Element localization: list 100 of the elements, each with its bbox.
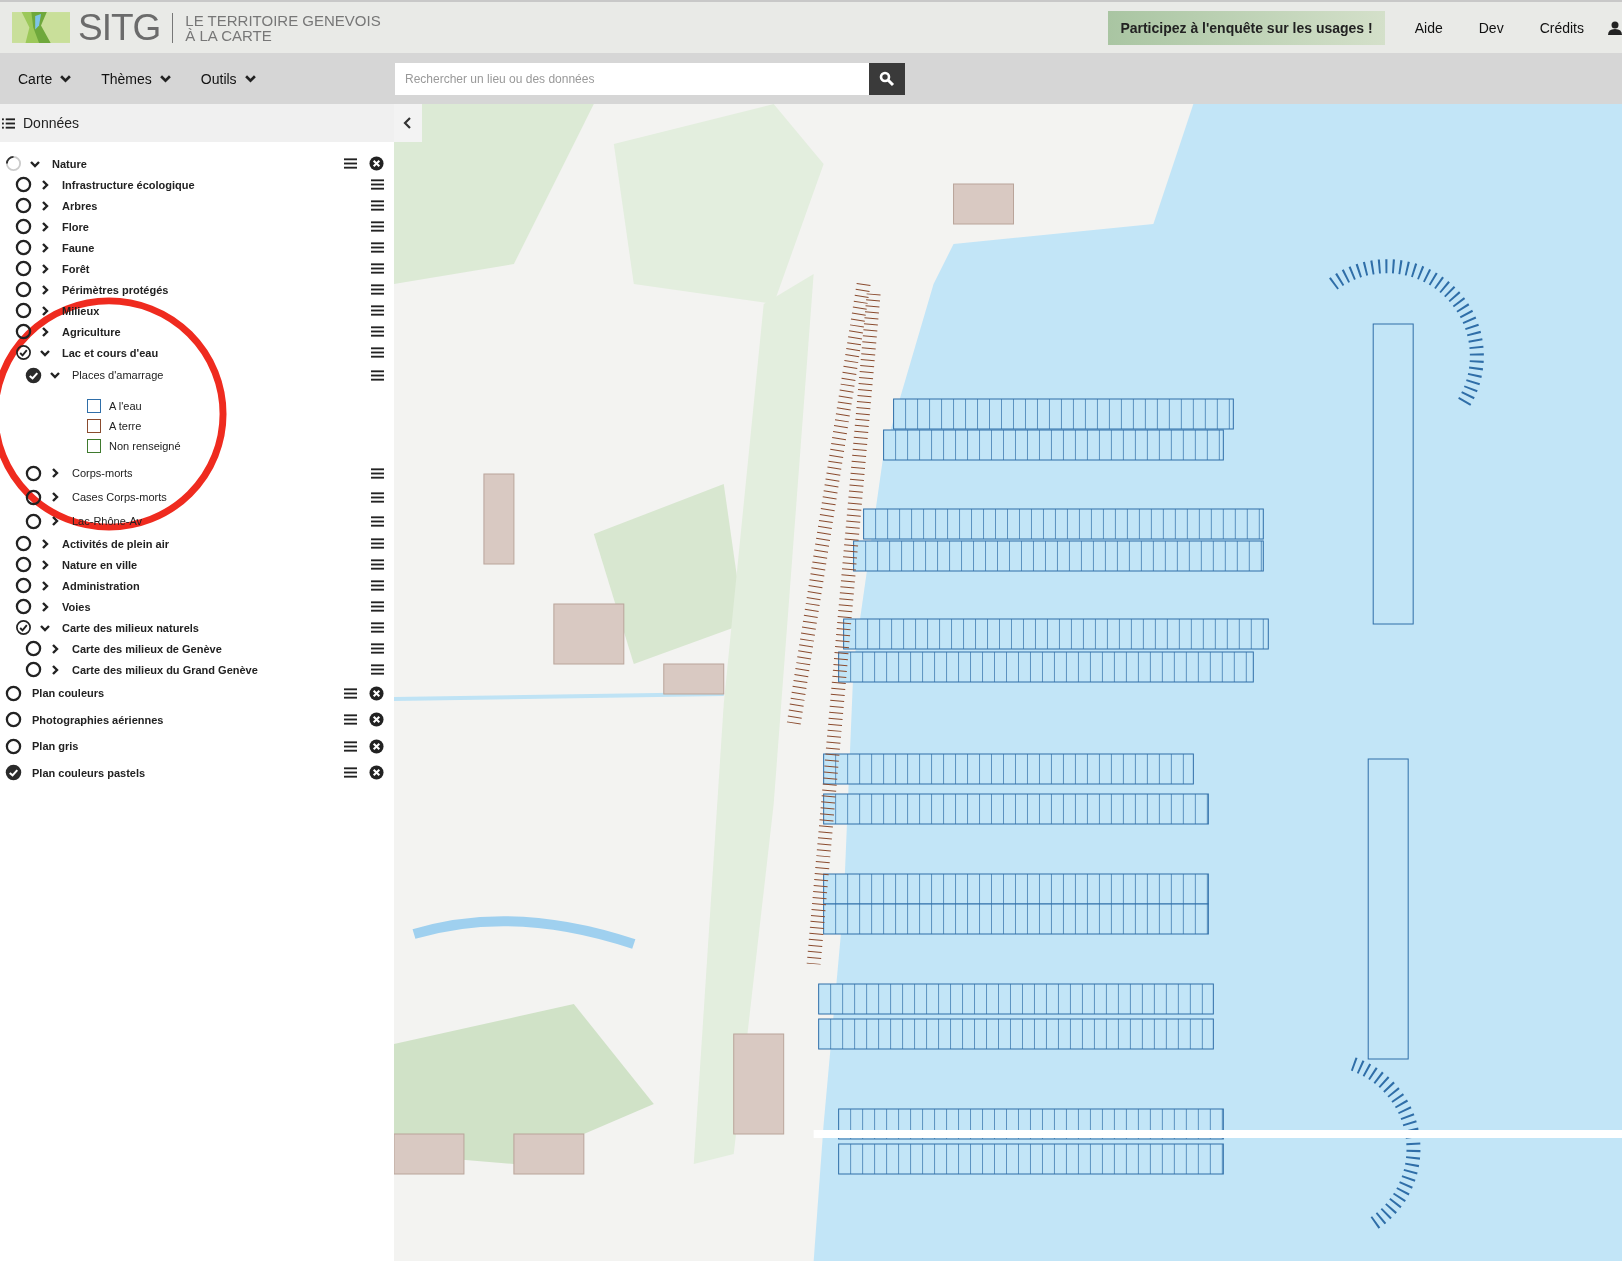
layer-label[interactable]: Flore — [62, 220, 89, 233]
layer-toggle-icon[interactable] — [15, 598, 32, 615]
layer-label[interactable]: Plan gris — [32, 740, 79, 753]
menu-icon[interactable] — [344, 767, 357, 779]
header-link[interactable]: Aide — [1396, 19, 1461, 36]
chevron-right-icon[interactable] — [40, 580, 50, 591]
menu-icon[interactable] — [344, 714, 357, 726]
chevron-down-icon[interactable] — [40, 347, 50, 358]
chevron-down-icon[interactable] — [50, 370, 60, 380]
search-button[interactable] — [869, 62, 905, 95]
menu-icon[interactable] — [371, 369, 384, 381]
chevron-right-icon[interactable] — [40, 179, 50, 190]
menu-icon[interactable] — [371, 284, 384, 295]
layer-label[interactable]: Périmètres protégés — [62, 283, 169, 296]
chevron-right-icon[interactable] — [40, 284, 50, 295]
layer-label[interactable]: Infrastructure écologique — [62, 178, 195, 191]
layer-toggle-icon[interactable] — [15, 535, 32, 552]
layer-label[interactable]: Administration — [62, 579, 140, 592]
layer-label[interactable]: Plan couleurs pastels — [32, 766, 146, 779]
menu-icon[interactable] — [371, 179, 384, 190]
chevron-right-icon[interactable] — [50, 492, 60, 502]
chevron-right-icon[interactable] — [40, 242, 50, 253]
layer-label[interactable]: Places d'amarrage — [72, 369, 164, 381]
layer-toggle-icon[interactable] — [15, 218, 32, 235]
layer-toggle-icon[interactable] — [25, 512, 42, 530]
layer-toggle-icon[interactable] — [5, 737, 22, 755]
menu-button[interactable]: Outils — [190, 70, 266, 87]
layer-toggle-icon[interactable] — [15, 556, 32, 573]
layer-label[interactable]: Nature en ville — [62, 558, 138, 571]
layer-toggle-icon[interactable] — [25, 640, 42, 657]
menu-icon[interactable] — [371, 263, 384, 274]
layer-label[interactable]: Lac et cours d'eau — [62, 346, 159, 359]
layer-toggle-icon[interactable] — [15, 323, 32, 340]
close-icon[interactable] — [369, 712, 384, 728]
chevron-right-icon[interactable] — [50, 664, 60, 675]
chevron-right-icon[interactable] — [40, 559, 50, 570]
menu-icon[interactable] — [371, 515, 384, 527]
layer-toggle-icon[interactable] — [15, 577, 32, 594]
chevron-down-icon[interactable] — [40, 622, 50, 633]
layer-toggle-icon[interactable] — [5, 711, 22, 729]
collapse-panel-button[interactable] — [394, 104, 422, 142]
chevron-right-icon[interactable] — [40, 538, 50, 549]
chevron-right-icon[interactable] — [40, 200, 50, 211]
layer-toggle-icon[interactable] — [15, 619, 32, 636]
close-icon[interactable] — [369, 765, 384, 781]
layer-toggle-icon[interactable] — [25, 488, 42, 506]
close-icon[interactable] — [369, 738, 384, 754]
layer-toggle-icon[interactable] — [15, 176, 32, 193]
menu-icon[interactable] — [344, 740, 357, 752]
menu-icon[interactable] — [371, 221, 384, 232]
layer-toggle-icon[interactable] — [15, 260, 32, 277]
layer-toggle-icon[interactable] — [15, 197, 32, 214]
survey-button[interactable]: Participez à l'enquête sur les usages ! — [1108, 10, 1385, 45]
layer-label[interactable]: Carte des milieux du Grand Genève — [72, 663, 258, 676]
layer-toggle-icon[interactable] — [15, 239, 32, 256]
layer-label[interactable]: Faune — [62, 241, 95, 254]
menu-icon[interactable] — [371, 305, 384, 316]
layer-label[interactable]: Agriculture — [62, 325, 121, 338]
layer-label[interactable]: Carte des milieux naturels — [62, 621, 199, 634]
layer-label[interactable]: Nature — [52, 157, 87, 170]
search-field[interactable]: Rechercher un lieu ou des données — [395, 62, 869, 95]
menu-icon[interactable] — [344, 687, 357, 699]
menu-icon[interactable] — [371, 580, 384, 591]
layer-label[interactable]: Forêt — [62, 262, 90, 275]
menu-button[interactable]: Thèmes — [91, 70, 181, 87]
chevron-right-icon[interactable] — [40, 601, 50, 612]
menu-icon[interactable] — [371, 200, 384, 211]
layer-label[interactable]: Photographies aériennes — [32, 713, 164, 726]
menu-icon[interactable] — [371, 601, 384, 612]
layer-label[interactable]: Cases Corps-morts — [72, 491, 167, 503]
menu-icon[interactable] — [371, 347, 384, 358]
layer-label[interactable]: Corps-morts — [72, 467, 133, 479]
chevron-right-icon[interactable] — [50, 516, 60, 526]
menu-icon[interactable] — [371, 643, 384, 654]
menu-icon[interactable] — [371, 491, 384, 503]
chevron-right-icon[interactable] — [40, 305, 50, 316]
menu-button[interactable]: Carte — [8, 70, 82, 87]
menu-icon[interactable] — [371, 326, 384, 337]
chevron-right-icon[interactable] — [50, 468, 60, 478]
menu-icon[interactable] — [371, 559, 384, 570]
menu-icon[interactable] — [371, 242, 384, 253]
layer-toggle-icon[interactable] — [15, 344, 32, 361]
menu-icon[interactable] — [371, 664, 384, 675]
layer-label[interactable]: Arbres — [62, 199, 98, 212]
layer-toggle-icon[interactable] — [25, 366, 42, 384]
menu-icon[interactable] — [371, 538, 384, 549]
layer-label[interactable]: Carte des milieux de Genève — [72, 642, 222, 655]
loading-icon[interactable] — [5, 155, 22, 172]
menu-icon[interactable] — [371, 467, 384, 479]
chevron-right-icon[interactable] — [40, 263, 50, 274]
menu-icon[interactable] — [344, 158, 357, 169]
chevron-right-icon[interactable] — [40, 326, 50, 337]
layer-toggle-icon[interactable] — [25, 464, 42, 482]
header-link[interactable]: Crédits — [1521, 19, 1602, 36]
header-link[interactable]: Dev — [1460, 19, 1522, 36]
layer-toggle-icon[interactable] — [25, 661, 42, 678]
user-icon[interactable] — [1608, 20, 1622, 35]
layer-toggle-icon[interactable] — [15, 302, 32, 319]
menu-icon[interactable] — [371, 622, 384, 633]
layer-label[interactable]: Plan couleurs — [32, 687, 105, 700]
